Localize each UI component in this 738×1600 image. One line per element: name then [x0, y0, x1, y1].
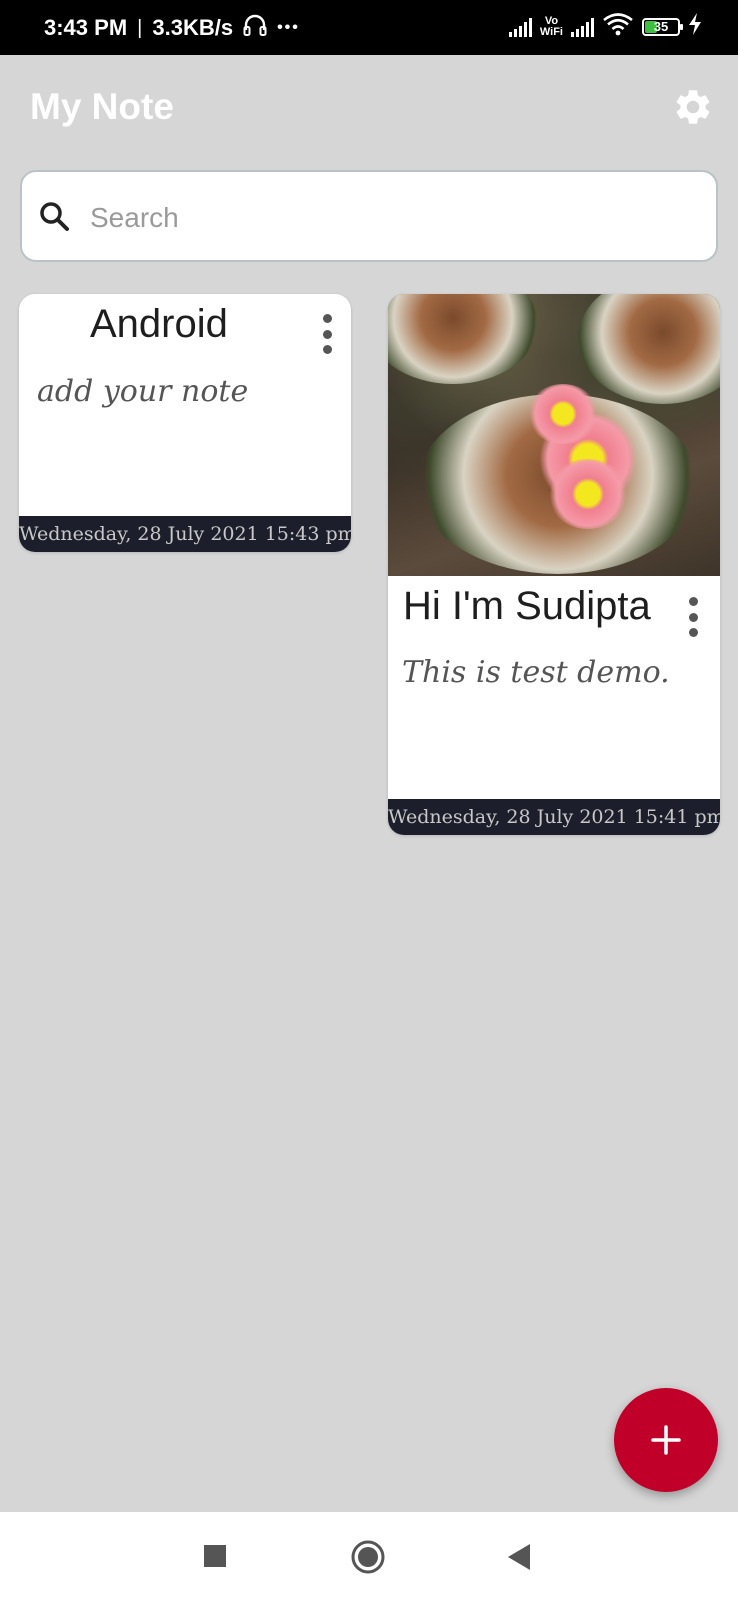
status-right: Vo WiFi 35: [508, 12, 702, 41]
note-title: Android: [90, 302, 228, 346]
headphones-icon: [243, 14, 267, 42]
vowifi-icon: Vo WiFi: [539, 14, 563, 38]
vowifi-top-label: Vo: [544, 14, 559, 27]
note-options-button[interactable]: [681, 597, 705, 637]
settings-button[interactable]: [672, 86, 714, 128]
more-notifications-icon: •••: [277, 19, 300, 36]
recents-square-icon: [204, 1545, 226, 1567]
note-body: This is test demo.: [402, 655, 670, 690]
back-triangle-icon: [508, 1544, 530, 1570]
navigation-bar: [0, 1512, 738, 1600]
wifi-icon: [602, 12, 634, 41]
status-separator: |: [137, 16, 143, 39]
note-body: add your note: [37, 374, 249, 409]
app-title: My Note: [30, 86, 174, 127]
battery-level: 35: [653, 19, 669, 34]
plus-icon: [651, 1425, 681, 1455]
add-note-button[interactable]: [614, 1388, 718, 1492]
gear-icon: [676, 90, 710, 124]
note-image: [388, 294, 720, 576]
home-circle-icon: [351, 1540, 385, 1574]
vowifi-bottom-label: WiFi: [539, 25, 563, 38]
note-card-android[interactable]: Android add your note Wednesday, 28 July…: [19, 294, 351, 552]
status-bar: 3:43 PM | 3.3KB/s ••• Vo WiFi 35: [0, 0, 738, 55]
note-timestamp: Wednesday, 28 July 2021 15:41 pm: [388, 799, 720, 835]
charging-icon: [688, 13, 702, 40]
search-input[interactable]: [88, 192, 692, 244]
battery-icon: 35: [642, 17, 683, 36]
signal-icon: [508, 17, 532, 37]
recents-button[interactable]: [204, 1545, 226, 1572]
back-button[interactable]: [508, 1544, 530, 1575]
note-card-sudipta[interactable]: Hi I'm Sudipta This is test demo. Wednes…: [388, 294, 720, 835]
search-icon: [38, 200, 72, 234]
status-time: 3:43 PM: [44, 15, 128, 40]
note-options-button[interactable]: [315, 314, 339, 354]
note-title: Hi I'm Sudipta: [403, 584, 651, 628]
signal-2-icon: [571, 17, 594, 37]
search-bar: [20, 170, 718, 262]
note-timestamp: Wednesday, 28 July 2021 15:43 pm: [19, 516, 351, 552]
status-left: 3:43 PM | 3.3KB/s •••: [44, 14, 300, 42]
home-button[interactable]: [351, 1540, 385, 1579]
network-speed: 3.3KB/s: [152, 15, 234, 40]
